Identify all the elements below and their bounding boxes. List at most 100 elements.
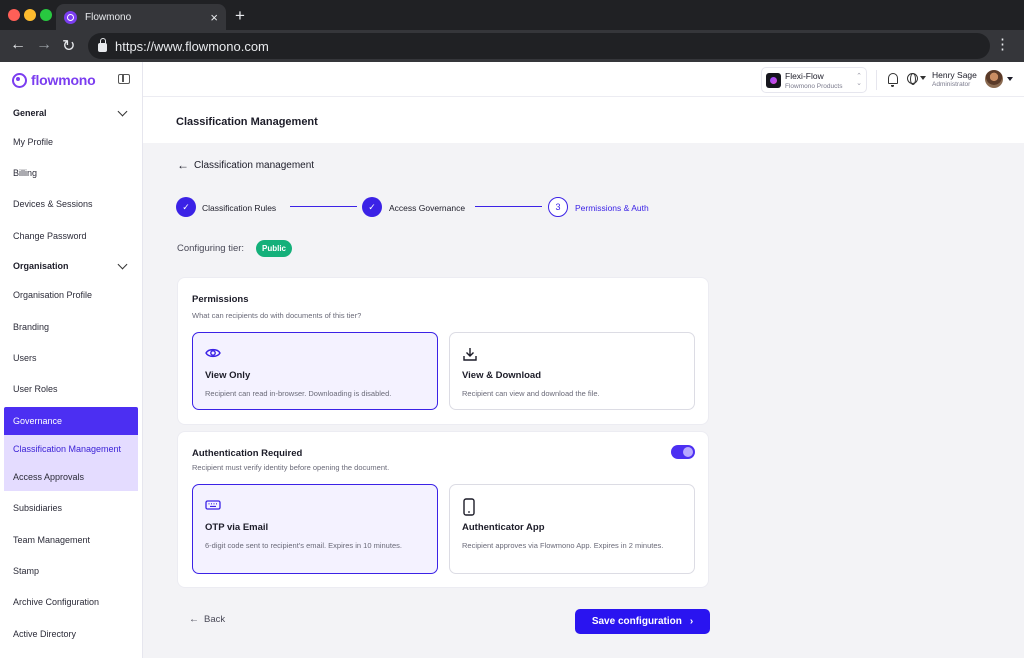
maximize-window-button[interactable]: [40, 9, 52, 21]
sidebar: flowmono General My Profile Billing Devi…: [0, 62, 143, 658]
chevron-down-icon: [117, 106, 128, 117]
sidebar-group-label: General: [13, 108, 47, 118]
user-menu-caret-icon[interactable]: [1007, 77, 1013, 81]
sidebar-item-label: Branding: [13, 322, 50, 332]
user-role: Administrator: [932, 81, 971, 88]
sidebar-item-access-approvals[interactable]: Access Approvals: [4, 463, 138, 491]
authentication-card: Authentication Required Recipient must v…: [177, 431, 709, 588]
brand[interactable]: flowmono: [12, 72, 96, 88]
collapse-sidebar-icon[interactable]: [118, 74, 130, 84]
sidebar-item-billing[interactable]: Billing: [4, 159, 138, 187]
sidebar-item-users[interactable]: Users: [4, 344, 138, 372]
address-bar[interactable]: https://www.flowmono.com: [88, 33, 990, 59]
step-connector: [475, 206, 542, 207]
org-name: Flexi-Flow: [785, 71, 824, 81]
keyboard-icon: [205, 498, 221, 516]
sidebar-item-label: Governance: [13, 416, 63, 426]
option-view-download[interactable]: View & Download Recipient can view and d…: [449, 332, 695, 410]
toggle-knob: [683, 447, 693, 457]
sidebar-item-archive-configuration[interactable]: Archive Configuration: [4, 588, 138, 616]
option-authenticator-app[interactable]: Authenticator App Recipient approves via…: [449, 484, 695, 574]
sidebar-item-label: Team Management: [13, 535, 91, 545]
option-title: OTP via Email: [205, 522, 269, 533]
eye-icon: [205, 346, 221, 364]
option-description: Recipient approves via Flowmono App. Exp…: [462, 541, 664, 550]
sidebar-item-user-roles[interactable]: User Roles: [4, 375, 138, 403]
chevron-updown-icon: ⌃ ⌄: [856, 73, 862, 87]
org-logo-icon: [766, 73, 781, 88]
sidebar-item-label: Organisation Profile: [13, 290, 93, 300]
back-link-label: Classification management: [194, 159, 315, 171]
option-otp-email[interactable]: OTP via Email 6-digit code sent to recip…: [192, 484, 438, 574]
close-tab-icon[interactable]: ×: [210, 10, 218, 25]
step-2-label[interactable]: Access Governance: [389, 203, 465, 213]
sidebar-item-devices-sessions[interactable]: Devices & Sessions: [4, 190, 138, 218]
sidebar-item-governance[interactable]: Governance: [4, 407, 138, 435]
sidebar-item-label: Stamp: [13, 566, 40, 576]
sidebar-item-organisation-profile[interactable]: Organisation Profile: [4, 281, 138, 309]
back-to-classification-link[interactable]: ← Classification management: [177, 158, 314, 172]
browser-tab-strip: Flowmono × +: [0, 0, 1024, 30]
sidebar-item-label: Users: [13, 353, 37, 363]
sidebar-item-label: Change Password: [13, 231, 87, 241]
tab-title: Flowmono: [85, 11, 132, 23]
globe-icon[interactable]: [907, 73, 918, 85]
flowmono-logo-icon: [12, 72, 27, 88]
step-3-number[interactable]: 3: [548, 197, 568, 217]
sidebar-item-my-profile[interactable]: My Profile: [4, 128, 138, 156]
sidebar-item-team-management[interactable]: Team Management: [4, 526, 138, 554]
sidebar-item-change-password[interactable]: Change Password: [4, 222, 138, 250]
sidebar-item-label: Billing: [13, 168, 38, 178]
sidebar-item-subsidiaries[interactable]: Subsidiaries: [4, 494, 138, 522]
sidebar-item-classification-management[interactable]: Classification Management: [4, 435, 138, 463]
save-button-label: Save configuration: [591, 616, 682, 627]
avatar[interactable]: [985, 70, 1003, 88]
sidebar-item-label: User Roles: [13, 384, 58, 394]
close-window-button[interactable]: [8, 9, 20, 21]
new-tab-icon[interactable]: +: [235, 6, 245, 26]
org-switcher[interactable]: Flexi-Flow Flowmono Products ⌃ ⌄: [761, 67, 867, 93]
sidebar-item-active-directory[interactable]: Active Directory: [4, 620, 138, 648]
page-title: Classification Management: [176, 116, 318, 128]
option-title: Authenticator App: [462, 522, 545, 533]
step-1-label[interactable]: Classification Rules: [202, 203, 276, 213]
permissions-subtitle: What can recipients do with documents of…: [192, 311, 362, 320]
sidebar-item-branding[interactable]: Branding: [4, 313, 138, 341]
back-button-label: Back: [204, 614, 226, 625]
minimize-window-button[interactable]: [24, 9, 36, 21]
step-connector: [290, 206, 357, 207]
sidebar-group-organisation[interactable]: Organisation: [4, 252, 138, 280]
user-name: Henry Sage: [932, 70, 977, 80]
step-2-check-icon[interactable]: ✓: [362, 197, 382, 217]
browser-back-icon[interactable]: ←: [10, 36, 26, 54]
option-title: View Only: [205, 370, 251, 381]
step-3-label[interactable]: Permissions & Auth: [575, 203, 649, 213]
arrow-left-icon: ←: [189, 614, 199, 625]
org-subtitle: Flowmono Products: [785, 83, 843, 90]
back-button[interactable]: ← Back: [189, 614, 225, 625]
browser-tab[interactable]: Flowmono ×: [56, 4, 226, 30]
browser-menu-icon[interactable]: ⋮: [995, 37, 1010, 52]
arrow-left-icon: ←: [177, 158, 189, 172]
sidebar-item-label: Access Approvals: [13, 472, 85, 482]
authentication-toggle[interactable]: [671, 445, 695, 459]
page-header: Classification Management: [143, 97, 1024, 143]
phone-icon: [462, 498, 476, 521]
bell-icon[interactable]: [888, 73, 898, 87]
sidebar-item-label: Active Directory: [13, 629, 77, 639]
option-view-only[interactable]: View Only Recipient can read in-browser.…: [192, 332, 438, 410]
sidebar-group-label: Organisation: [13, 261, 69, 271]
sidebar-group-general[interactable]: General: [4, 99, 138, 127]
permissions-title: Permissions: [192, 294, 249, 305]
language-caret-icon[interactable]: [920, 76, 926, 80]
sidebar-item-stamp[interactable]: Stamp: [4, 557, 138, 585]
authentication-title: Authentication Required: [192, 448, 303, 459]
step-1-check-icon[interactable]: ✓: [176, 197, 196, 217]
browser-forward-icon[interactable]: →: [36, 36, 52, 54]
reload-icon[interactable]: ↻: [62, 36, 75, 56]
chevron-down-icon: [117, 259, 128, 270]
app-header: Flexi-Flow Flowmono Products ⌃ ⌄ Henry Sa…: [143, 62, 1024, 97]
save-configuration-button[interactable]: Save configuration ›: [575, 609, 710, 634]
option-description: Recipient can view and download the file…: [462, 389, 600, 398]
sidebar-item-label: My Profile: [13, 137, 54, 147]
